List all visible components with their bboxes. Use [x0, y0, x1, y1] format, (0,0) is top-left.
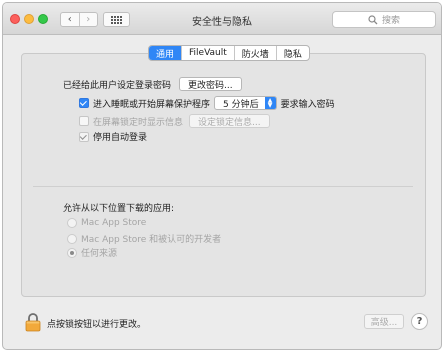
select-arrows-icon: ▲ ▼ [264, 97, 276, 109]
require-password-suffix: 要求输入密码 [280, 99, 335, 110]
lock-message-checkbox[interactable] [79, 116, 89, 126]
nav-button-group: ‹ › [60, 12, 98, 27]
back-button[interactable]: ‹ [61, 13, 80, 26]
advanced-button[interactable]: 高级... [364, 314, 404, 329]
lock-message-row: 在屏幕锁定时显示信息 设定锁定信息... [79, 114, 270, 128]
radio-label: Mac App Store [81, 218, 147, 228]
lock-icon[interactable] [25, 312, 41, 332]
require-password-checkbox[interactable] [79, 98, 89, 108]
section-divider [33, 186, 413, 187]
password-delay-value: 5 分钟后 [223, 99, 259, 110]
radio-anywhere[interactable]: 任何来源 [67, 246, 117, 259]
downloads-heading-row: 允许从以下位置下载的应用: [63, 201, 174, 214]
radio-button[interactable] [67, 247, 77, 258]
radio-button[interactable] [67, 218, 77, 228]
radio-button[interactable] [67, 233, 77, 244]
tab-firewall[interactable]: 防火墙 [233, 46, 276, 60]
password-set-label: 已经给此用户设定登录密码 [63, 80, 172, 91]
radio-app-store-identified[interactable]: Mac App Store 和被认可的开发者 [67, 232, 221, 245]
set-lock-message-button[interactable]: 设定锁定信息... [189, 114, 270, 128]
radio-app-store[interactable]: Mac App Store [67, 218, 146, 228]
require-password-row: 进入睡眠或开始屏幕保护程序 5 分钟后 ▲ ▼ 要求输入密码 [79, 96, 335, 110]
password-delay-select[interactable]: 5 分钟后 ▲ ▼ [214, 96, 277, 110]
radio-label: Mac App Store 和被认可的开发者 [81, 235, 222, 245]
close-window-button[interactable] [10, 14, 20, 24]
change-password-button[interactable]: 更改密码... [179, 77, 242, 91]
require-password-label: 进入睡眠或开始屏幕保护程序 [93, 99, 211, 110]
auto-login-row: 停用自动登录 [79, 130, 147, 143]
minimize-window-button[interactable] [24, 14, 34, 24]
search-placeholder: 搜索 [381, 16, 400, 26]
password-row: 已经给此用户设定登录密码 更改密码... [63, 77, 242, 91]
search-icon [368, 14, 378, 24]
show-all-button[interactable] [103, 12, 130, 27]
forward-button[interactable]: › [80, 13, 98, 26]
tab-privacy[interactable]: 隐私 [275, 46, 309, 60]
help-button[interactable]: ? [411, 313, 428, 330]
radio-label: 任何来源 [81, 249, 118, 259]
disable-auto-login-checkbox[interactable] [79, 131, 89, 142]
grid-icon [111, 15, 122, 24]
zoom-window-button[interactable] [38, 14, 48, 24]
lock-instruction-text: 点按锁按钮以进行更改。 [47, 320, 147, 330]
disable-auto-login-label: 停用自动登录 [93, 133, 148, 143]
tab-bar: 通用 FileVault 防火墙 隐私 [148, 45, 310, 61]
downloads-heading: 允许从以下位置下载的应用: [63, 204, 175, 214]
search-field[interactable]: 搜索 [332, 11, 436, 28]
preferences-window: ‹ › 安全性与隐私 搜索 通用 FileVault 防火墙 隐私 已经给此用户… [2, 2, 442, 350]
title-bar: ‹ › 安全性与隐私 搜索 [3, 3, 441, 35]
tab-general[interactable]: 通用 [149, 46, 182, 60]
tab-filevault[interactable]: FileVault [181, 46, 234, 60]
lock-message-label: 在屏幕锁定时显示信息 [93, 117, 184, 128]
